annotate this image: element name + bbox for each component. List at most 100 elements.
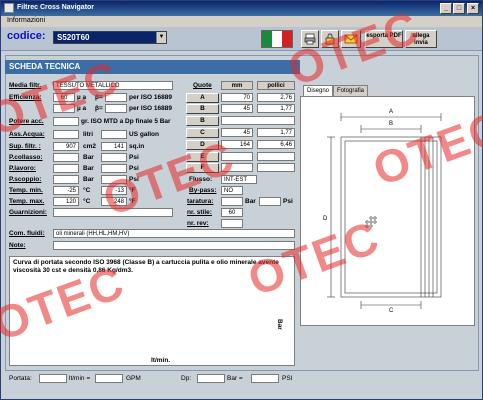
quote-b2-field[interactable]	[221, 116, 295, 125]
pscoppio-bar-field[interactable]	[53, 175, 79, 184]
quote-b-in[interactable]: 1,77	[257, 104, 295, 113]
allega-invia-button[interactable]: allega invia	[405, 30, 437, 48]
com-fluidi-field[interactable]: oli minerali (HH,HL,HM,HV)	[53, 229, 295, 238]
esporta-pdf-button[interactable]: esporta PDF	[365, 30, 403, 48]
ltmin-unit: lt/min =	[69, 375, 91, 382]
quote-button-b[interactable]: B	[186, 104, 219, 114]
quote-c-in[interactable]: 1,77	[257, 128, 295, 137]
mm-header: mm	[221, 81, 253, 90]
menu-bar: Informazioni	[1, 16, 482, 27]
temp-max-label: Temp. max.	[9, 198, 45, 205]
tab-fotografia[interactable]: Fotografia	[333, 85, 369, 96]
print-button[interactable]	[301, 30, 319, 48]
media-field[interactable]: TESSUTO METALLICO	[53, 81, 173, 90]
temp-min-f-unit: °F	[129, 187, 136, 194]
plavoro-bar-field[interactable]	[53, 164, 79, 173]
temp-max-f-field[interactable]: 248	[101, 197, 127, 206]
plavoro-psi-field[interactable]	[101, 164, 127, 173]
dim-b-label: B	[389, 121, 393, 127]
portata-ltmin-field[interactable]	[39, 374, 67, 383]
sup-filtr-cm2-field[interactable]: 907	[53, 142, 79, 151]
pcollasso-label: P.collasso:	[9, 154, 43, 161]
temp-max-c-unit: °C	[83, 198, 91, 205]
ass-litri-unit: litri	[83, 131, 94, 138]
quote-button-e[interactable]: E	[186, 152, 219, 162]
guarnizioni-label: Guarnizioni:	[9, 209, 47, 216]
bypass-field[interactable]: NO	[221, 186, 243, 195]
quote-button-c[interactable]: C	[186, 128, 219, 138]
note-field[interactable]	[53, 241, 295, 250]
efficienza-value-1[interactable]: 60	[53, 93, 75, 102]
taratura-bar-unit: Bar	[245, 198, 256, 205]
ass-us-field[interactable]	[101, 130, 127, 139]
toolbar: codice: S520T60 ▼ esporta PDF allega inv…	[1, 27, 482, 51]
quote-a-in[interactable]: 2,76	[257, 93, 295, 102]
status-bar: Portata: lt/min = GPM Dp: Bar = PSI	[5, 372, 479, 386]
italian-flag-icon[interactable]	[261, 30, 293, 48]
potere-text: gr. ISO MTD a Dp finale 5 Bar	[81, 118, 171, 125]
quote-header: Quote	[193, 82, 212, 89]
temp-max-c-field[interactable]: 120	[53, 197, 79, 206]
tab-disegno[interactable]: Disegno	[303, 85, 334, 96]
codice-value: S520T60	[57, 33, 90, 42]
efficienza-beta-field-2[interactable]	[105, 104, 127, 113]
quote-button-f[interactable]: F	[186, 163, 219, 173]
bar-eq-unit: Bar =	[227, 375, 243, 382]
bypass-label: By-pass:	[189, 187, 217, 194]
close-icon[interactable]: ×	[467, 3, 479, 14]
efficienza-beta-1: β=	[95, 94, 103, 101]
quote-button-b2[interactable]: B	[186, 116, 219, 126]
plavoro-bar-unit: Bar	[83, 165, 94, 172]
chevron-down-icon[interactable]: ▼	[156, 32, 166, 43]
quote-d-mm[interactable]: 164	[221, 140, 253, 149]
email-button[interactable]	[341, 30, 361, 48]
temp-min-c-field[interactable]: -25	[53, 186, 79, 195]
dp-bar-field[interactable]	[197, 374, 225, 383]
note-label: Note:	[9, 242, 26, 249]
app-icon	[4, 3, 14, 13]
nr-stile-field[interactable]: 60	[221, 208, 243, 217]
potere-field[interactable]	[53, 117, 79, 126]
minimize-icon[interactable]: _	[440, 3, 452, 14]
lock-button[interactable]	[321, 30, 339, 48]
pscoppio-psi-field[interactable]	[101, 175, 127, 184]
potere-label: Potere acc.	[9, 118, 44, 125]
efficienza-beta-field-1[interactable]	[105, 93, 127, 102]
quote-f-in[interactable]	[257, 163, 295, 172]
maximize-icon[interactable]: □	[453, 3, 465, 14]
portata-gpm-field[interactable]	[95, 374, 123, 383]
pcollasso-psi-field[interactable]	[101, 153, 127, 162]
guarnizioni-field[interactable]	[53, 208, 173, 217]
title-bar[interactable]: Filtrec Cross Navigator _ □ ×	[1, 1, 482, 16]
gpm-unit: GPM	[126, 375, 141, 382]
quote-d-in[interactable]: 6,46	[257, 140, 295, 149]
menu-informazioni[interactable]: Informazioni	[7, 17, 45, 24]
nr-rev-field[interactable]	[221, 219, 243, 228]
quote-e-in[interactable]	[257, 152, 295, 161]
plavoro-label: P.lavoro:	[9, 165, 36, 172]
taratura-psi-field[interactable]	[259, 197, 281, 206]
quote-button-d[interactable]: D	[186, 140, 219, 150]
temp-min-f-field[interactable]: -13	[101, 186, 127, 195]
dp-psi-field[interactable]	[251, 374, 279, 383]
pcollasso-bar-field[interactable]	[53, 153, 79, 162]
ass-acqua-field[interactable]	[53, 130, 79, 139]
efficienza-value-2[interactable]	[53, 104, 75, 113]
quote-button-a[interactable]: A	[186, 93, 219, 103]
codice-select[interactable]: S520T60 ▼	[53, 31, 167, 44]
quote-e-mm[interactable]	[221, 152, 253, 161]
dp-label: Dp:	[181, 375, 192, 382]
taratura-bar-field[interactable]	[221, 197, 243, 206]
efficienza-iso-1: per ISO 16889	[129, 94, 172, 101]
nr-rev-label: nr. rev:	[187, 220, 209, 227]
taratura-label: taratura:	[187, 198, 214, 205]
ass-us-unit: US gallon	[129, 131, 159, 138]
quote-c-mm[interactable]: 45	[221, 128, 253, 137]
quote-a-mm[interactable]: 70	[221, 93, 253, 102]
sup-filtr-sqin-field[interactable]: 141	[101, 142, 127, 151]
taratura-psi-unit: Psi	[283, 198, 293, 205]
quote-f-mm[interactable]	[221, 163, 253, 172]
quote-b-mm[interactable]: 45	[221, 104, 253, 113]
efficienza-unit-2: µ a	[77, 105, 87, 112]
flusso-field[interactable]: INT-EST	[221, 175, 257, 184]
